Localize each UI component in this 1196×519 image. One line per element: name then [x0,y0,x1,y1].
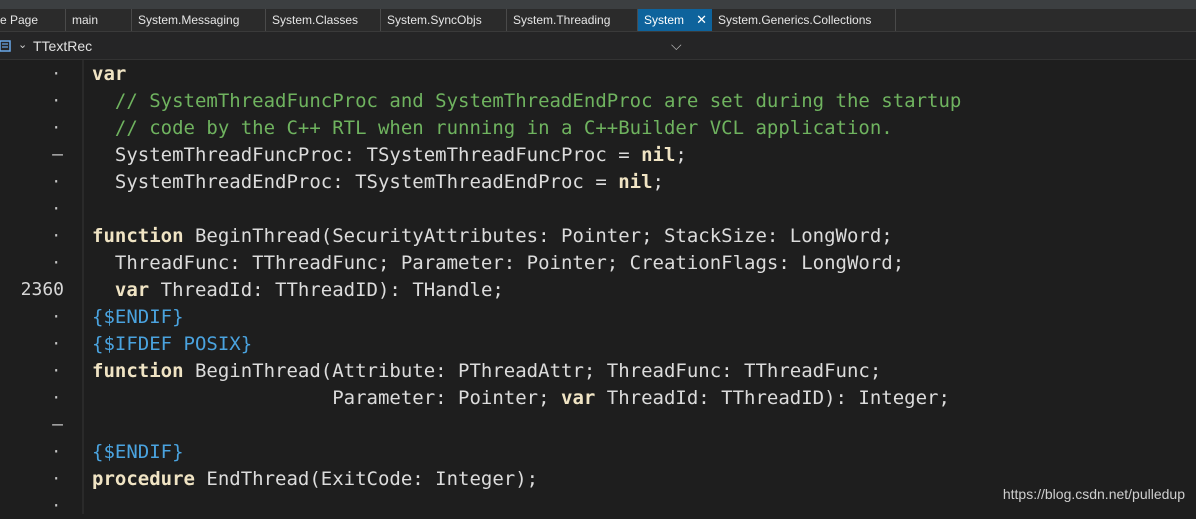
code-line: var [92,61,126,88]
code-line: Parameter: Pointer; var ThreadId: TThrea… [92,385,950,412]
code-line: procedure EndThread(ExitCode: Integer); [92,466,538,493]
tab-label: System.SyncObjs [387,13,482,27]
code-line: {$IFDEF POSIX} [92,331,252,358]
window-top-strip [0,0,1196,9]
code-line: ThreadFunc: TThreadFunc; Parameter: Poin… [92,250,904,277]
tab-system-messaging[interactable]: System.Messaging [132,9,266,31]
code-line: // code by the C++ RTL when running in a… [92,115,893,142]
tab-label: System.Threading [513,13,611,27]
gutter-marker: · [51,307,61,326]
code-text: ThreadFunc: TThreadFunc; Parameter: Poin… [92,252,905,274]
tab-label: System.Generics.Collections [718,13,872,27]
tab-label: e Page [0,13,39,27]
code-text: ThreadId: TThreadID): THandle; [149,279,504,301]
gutter-marker: · [51,442,61,461]
code-line: // SystemThreadFuncProc and SystemThread… [92,88,962,115]
tab-label: System.Classes [272,13,359,27]
tab-system-syncobjs[interactable]: System.SyncObjs [381,9,507,31]
gutter-marker: · [51,334,61,353]
compiler-directive: {$ENDIF} [92,441,184,463]
gutter-marker: · [51,226,61,245]
gutter-marker: · [51,388,61,407]
code-text: BeginThread(Attribute: PThreadAttr; Thre… [183,360,882,382]
gutter-separator [82,60,84,514]
tab-system-threading[interactable]: System.Threading [507,9,638,31]
breadcrumb[interactable]: TTextRec [33,38,92,54]
code-line: var ThreadId: TThreadID): THandle; [92,277,504,304]
gutter-marker: · [51,64,61,83]
code-text: EndThread(ExitCode: Integer); [194,468,539,490]
expand-caret-icon[interactable]: ⌄ [18,38,27,51]
compiler-directive: {$IFDEF POSIX} [92,333,253,355]
keyword: var [92,63,127,85]
code-text: ; [675,144,687,166]
tab-welcome-page[interactable]: e Page [0,9,66,31]
code-line: SystemThreadEndProc: TSystemThreadEndPro… [92,169,664,196]
gutter-marker: · [51,199,61,218]
code-line: {$ENDIF} [92,439,184,466]
tab-label: System.Messaging [138,13,240,27]
keyword: var [114,279,150,301]
code-line: function BeginThread(Attribute: PThreadA… [92,358,881,385]
tab-system-classes[interactable]: System.Classes [266,9,381,31]
navigation-bar: ⌄ TTextRec ⌵ [0,32,1196,60]
keyword: procedure [92,468,195,490]
code-text: BeginThread(SecurityAttributes: Pointer;… [183,225,893,247]
gutter-marker: · [51,253,61,272]
comment: // SystemThreadFuncProc and SystemThread… [92,90,962,112]
code-text: ; [652,171,664,193]
code-text: SystemThreadFuncProc: TSystemThreadFuncP… [92,144,642,166]
keyword: nil [641,144,676,166]
gutter-marker: – [52,144,63,165]
gutter-marker: · [51,91,61,110]
watermark: https://blog.csdn.net/pulledup [1002,486,1185,502]
tab-system-generics-collections[interactable]: System.Generics.Collections [712,9,896,31]
keyword: var [561,387,596,409]
gutter-marker: · [51,172,61,191]
keyword: function [92,360,184,382]
gutter-marker: · [51,469,61,488]
chevron-down-icon[interactable]: ⌵ [671,37,682,54]
code-line: SystemThreadFuncProc: TSystemThreadFuncP… [92,142,687,169]
gutter-marker: – [52,414,63,435]
gutter-marker: · [51,496,61,515]
editor-tab-bar: e Page main System.Messaging System.Clas… [0,9,1196,32]
code-text: Parameter: Pointer; [92,387,561,409]
line-gutter: · · · – · · · · 2360 · · · · – · · · [0,60,82,515]
compiler-directive: {$ENDIF} [92,306,184,328]
tab-system[interactable]: System ✕ [638,9,712,31]
code-line: {$ENDIF} [92,304,184,331]
keyword: function [92,225,184,247]
close-icon[interactable]: ✕ [696,9,707,31]
type-list-icon [0,40,11,52]
tab-main[interactable]: main [66,9,132,31]
code-text: ThreadId: TThreadID): Integer; [595,387,950,409]
comment: // code by the C++ RTL when running in a… [92,117,893,139]
code-line: function BeginThread(SecurityAttributes:… [92,223,893,250]
code-text: SystemThreadEndProc: TSystemThreadEndPro… [92,171,619,193]
gutter-marker: · [51,361,61,380]
gutter-marker: · [51,118,61,137]
keyword: nil [618,171,653,193]
line-number: 2360 [20,279,64,300]
tab-label: System [644,13,685,27]
tab-label: main [72,13,99,27]
